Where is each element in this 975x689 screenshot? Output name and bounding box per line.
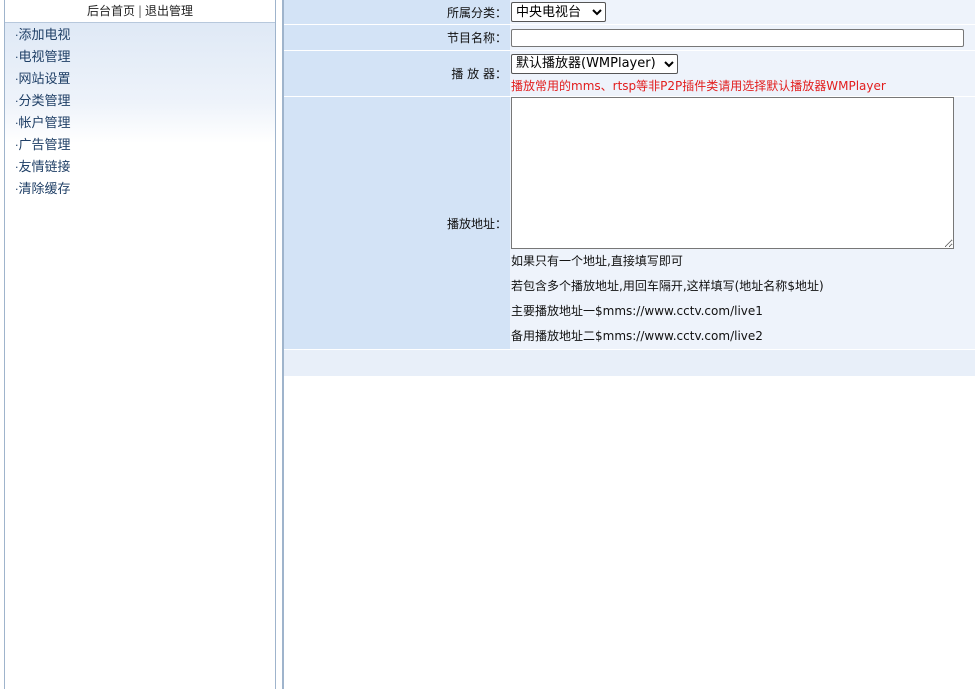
program-name-input[interactable] — [511, 28, 964, 47]
player-row: 播 放 器： 默认播放器(WMPlayer) 播放常用的mms、rtsp等非P2… — [284, 51, 975, 97]
program-name-cell — [510, 25, 975, 50]
menu-item-label: 广告管理 — [18, 138, 71, 153]
menu-item-ad-manage[interactable]: ·广告管理 — [5, 135, 275, 157]
menu-item-site-settings[interactable]: ·网站设置 — [5, 69, 275, 91]
play-url-row: 播放地址： 如果只有一个地址,直接填写即可 若包含多个播放地址,用回车隔开,这样… — [284, 97, 975, 350]
play-url-textarea[interactable] — [511, 97, 954, 249]
play-url-label: 播放地址： — [284, 97, 510, 349]
menu-item-label: 添加电视 — [18, 28, 71, 43]
admin-home-link[interactable]: 后台首页 — [87, 4, 135, 18]
menu-item-label: 分类管理 — [18, 94, 71, 109]
menu-item-label: 友情链接 — [18, 160, 71, 175]
menu-item-tv-manage[interactable]: ·电视管理 — [5, 47, 275, 69]
menu-item-account-manage[interactable]: ·帐户管理 — [5, 113, 275, 135]
menu-item-label: 帐户管理 — [18, 116, 71, 131]
category-label: 所属分类： — [284, 0, 510, 24]
player-select[interactable]: 默认播放器(WMPlayer) — [511, 53, 678, 74]
form-footer-bar — [284, 350, 975, 376]
menu-item-add-tv[interactable]: ·添加电视 — [5, 25, 275, 47]
category-select[interactable]: 中央电视台 — [511, 2, 606, 22]
menu-item-category-manage[interactable]: ·分类管理 — [5, 91, 275, 113]
sidebar-menu: ·添加电视 ·电视管理 ·网站设置 ·分类管理 ·帐户管理 ·广告管理 ·友情链… — [5, 23, 275, 201]
menu-item-label: 电视管理 — [18, 50, 71, 65]
sidebar: 后台首页 | 退出管理 ·添加电视 ·电视管理 ·网站设置 ·分类管理 ·帐户管理 … — [4, 0, 276, 689]
header-separator: | — [137, 4, 143, 18]
player-label: 播 放 器： — [284, 51, 510, 96]
play-url-cell: 如果只有一个地址,直接填写即可 若包含多个播放地址,用回车隔开,这样填写(地址名… — [510, 97, 975, 349]
menu-item-label: 网站设置 — [18, 72, 71, 87]
program-name-label: 节目名称： — [284, 25, 510, 50]
category-row: 所属分类： 中央电视台 — [284, 0, 975, 25]
play-url-example-backup: 备用播放地址二$mms://www.cctv.com/live2 — [511, 329, 763, 343]
player-cell: 默认播放器(WMPlayer) 播放常用的mms、rtsp等非P2P插件类请用选… — [510, 51, 975, 96]
sidebar-header: 后台首页 | 退出管理 — [5, 0, 275, 23]
play-url-note-multiple: 若包含多个播放地址,用回车隔开,这样填写(地址名称$地址) — [511, 279, 824, 293]
logout-link[interactable]: 退出管理 — [145, 4, 193, 18]
category-cell: 中央电视台 — [510, 0, 975, 24]
program-name-row: 节目名称： — [284, 25, 975, 51]
menu-item-label: 清除缓存 — [18, 182, 71, 197]
play-url-example-primary: 主要播放地址一$mms://www.cctv.com/live1 — [511, 304, 763, 318]
menu-item-friend-links[interactable]: ·友情链接 — [5, 157, 275, 179]
player-hint: 播放常用的mms、rtsp等非P2P插件类请用选择默认播放器WMPlayer — [511, 78, 886, 93]
play-url-note-single: 如果只有一个地址,直接填写即可 — [511, 254, 683, 268]
menu-item-clear-cache[interactable]: ·清除缓存 — [5, 179, 275, 201]
main-form: 所属分类： 中央电视台 节目名称： 播 放 器： 默认播放器(WMPlayer)… — [284, 0, 975, 376]
